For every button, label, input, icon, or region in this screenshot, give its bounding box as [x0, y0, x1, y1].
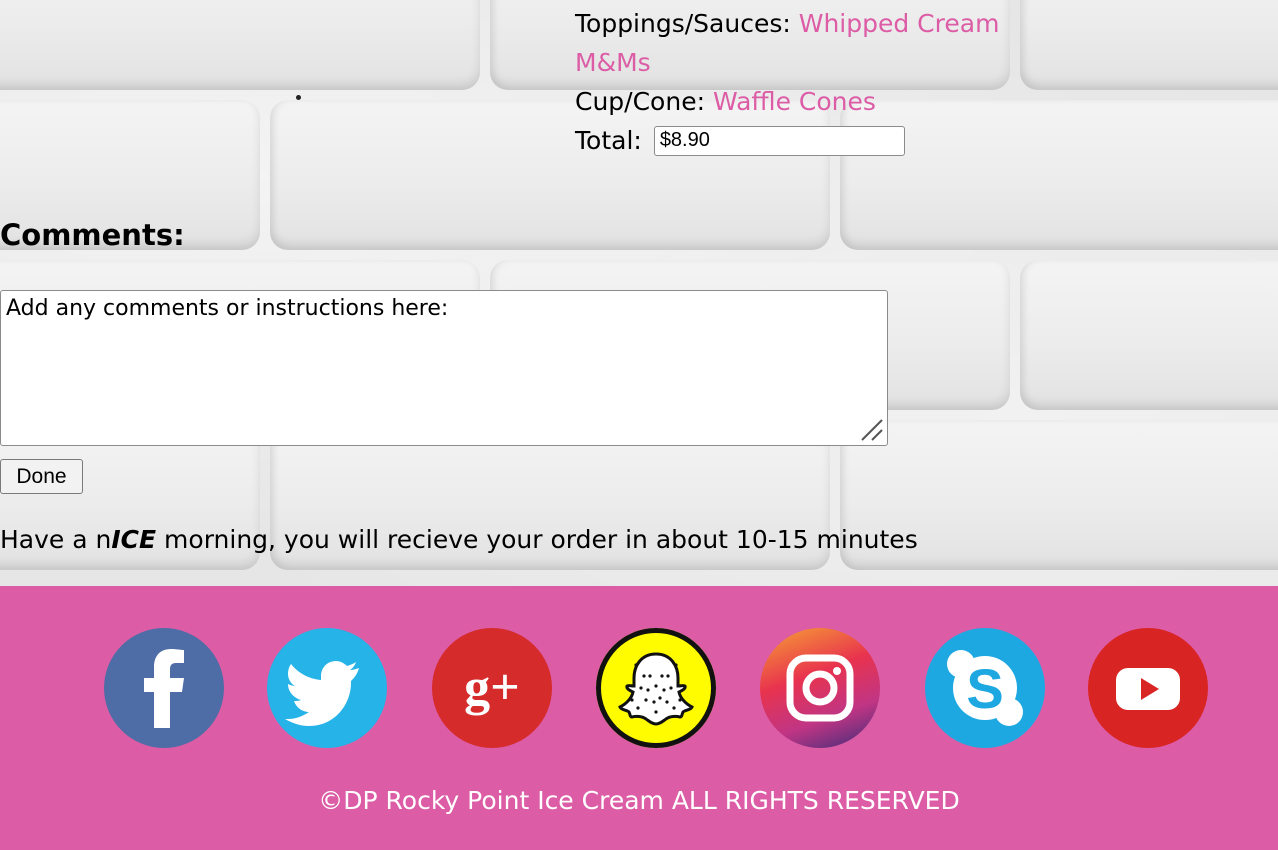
total-row: Total: — [575, 121, 999, 160]
confirmation-message: Have a nICE morning, you will recieve yo… — [0, 525, 918, 554]
facebook-icon — [144, 649, 184, 728]
snapchat-icon — [618, 652, 694, 726]
resize-grip-icon[interactable] — [860, 418, 884, 442]
youtube-link[interactable] — [1088, 628, 1208, 748]
svg-text:g+: g+ — [464, 659, 520, 716]
cup-label: Cup/Cone: — [575, 87, 705, 116]
snapchat-link[interactable] — [596, 628, 716, 748]
cup-value: Waffle Cones — [712, 87, 876, 116]
twitter-icon — [285, 661, 359, 726]
done-button[interactable]: Done — [0, 459, 83, 494]
total-field[interactable] — [653, 125, 905, 156]
copyright-text: ©DP Rocky Point Ice Cream ALL RIGHTS RES… — [318, 786, 960, 815]
comments-heading: Comments: — [0, 218, 185, 252]
facebook-link[interactable] — [104, 628, 224, 748]
order-summary: Toppings/Sauces: Whipped Cream M&Ms Cup/… — [575, 4, 999, 160]
instagram-icon — [786, 654, 854, 722]
skype-link[interactable]: S — [925, 628, 1045, 748]
cup-row: Cup/Cone: Waffle Cones — [575, 82, 999, 121]
skype-icon: S — [947, 650, 1023, 726]
google-plus-icon: g+ — [464, 659, 520, 716]
message-before: Have a n — [0, 525, 112, 554]
instagram-link[interactable] — [760, 628, 880, 748]
twitter-link[interactable] — [267, 628, 387, 748]
toppings-row: Toppings/Sauces: Whipped Cream — [575, 4, 999, 43]
total-label: Total: — [575, 126, 642, 155]
message-emphasis: ICE — [111, 525, 157, 554]
footer: g+ S ©DP Rocky Point Ice Cream ALL RIGHT… — [0, 586, 1278, 850]
message-after: morning, you will recieve your order in … — [156, 525, 918, 554]
toppings-value: Whipped Cream — [798, 9, 1000, 38]
toppings-value-2: M&Ms — [575, 48, 651, 77]
google-plus-link[interactable]: g+ — [432, 628, 552, 748]
toppings-label: Toppings/Sauces: — [575, 9, 791, 38]
youtube-icon — [1116, 668, 1180, 710]
comments-textarea[interactable]: Add any comments or instructions here: — [0, 290, 888, 446]
svg-text:S: S — [966, 657, 1003, 720]
